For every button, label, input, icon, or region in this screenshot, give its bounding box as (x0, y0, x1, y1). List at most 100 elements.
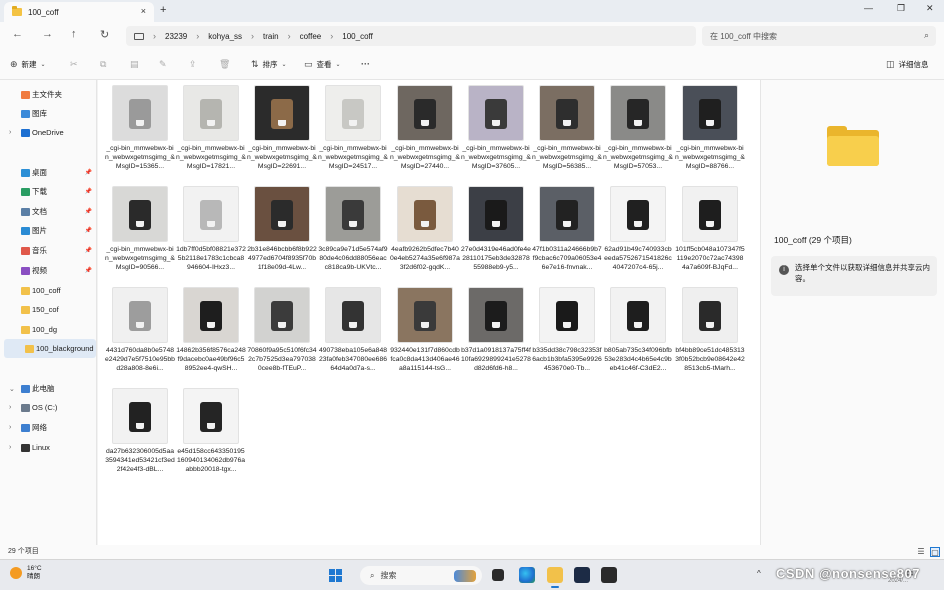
file-item[interactable]: 101ff5cb048a107347f5119e2070c72ac743984a… (675, 186, 745, 282)
file-item[interactable]: _cgi-bin_mmwebwx-bin_webwxgetmsgimg_&Msg… (532, 85, 602, 181)
file-item[interactable]: b37d1a0918137a75ff4f10fa6929899241e5278d… (461, 287, 531, 383)
file-item[interactable]: _cgi-bin_mmwebwx-bin_webwxgetmsgimg_&Msg… (318, 85, 388, 181)
file-item[interactable]: 27e0d4319e46ad0fe4e28110175eb3de32878559… (461, 186, 531, 282)
sort-button[interactable]: ⇅ 排序 ⌄ (251, 59, 287, 70)
up-button[interactable]: ↑ (71, 28, 77, 40)
breadcrumb-separator: › (196, 31, 200, 41)
task-view-icon[interactable] (492, 569, 504, 581)
details-pane-button[interactable]: ◫ 详细信息 (886, 59, 929, 70)
file-name: 47f1b0311a24666b9b7f9cbac6c709a06053e46e… (532, 246, 602, 272)
file-item[interactable]: _cgi-bin_mmwebwx-bin_webwxgetmsgimg_&Msg… (176, 85, 246, 181)
start-button[interactable] (329, 569, 342, 582)
clock-date: 2024/... (888, 578, 909, 584)
thumbnail-view-button[interactable]: ▢ (930, 547, 940, 557)
tab-close-button[interactable]: × (141, 6, 146, 16)
details-view-button[interactable]: ☰ (916, 547, 926, 557)
paste-button[interactable]: ▤ (130, 59, 139, 70)
sidebar-item-100-dg[interactable]: 100_dg (0, 320, 96, 339)
file-item[interactable]: bf4bb89ce51dc4853133f0b52bcb9e08642e4285… (675, 287, 745, 383)
tray-chevron-icon[interactable]: ^ (757, 569, 761, 578)
tab-100-coff[interactable]: 100_coff × (4, 2, 154, 22)
taskbar-search[interactable]: ⌕ 搜索 (360, 566, 482, 585)
file-item[interactable]: 47f1b0311a24666b9b7f9cbac6c709a06053e46e… (532, 186, 602, 282)
sidebar-item-os-c-[interactable]: › OS (C:) (0, 398, 96, 417)
breadcrumb-item[interactable]: kohya_ss (208, 32, 242, 41)
cut-button[interactable]: ✂ (70, 59, 78, 70)
delete-button[interactable]: 🗑 (219, 59, 230, 70)
back-button[interactable]: ← (12, 28, 23, 40)
breadcrumb-item[interactable]: 23239 (165, 32, 187, 41)
file-item[interactable]: 490738eba105e6a84823fa0feb347080ee68664d… (318, 287, 388, 383)
file-item[interactable]: _cgi-bin_mmwebwx-bin_webwxgetmsgimg_&Msg… (603, 85, 673, 181)
chevron-right-icon[interactable]: › (9, 444, 11, 451)
copy-icon: ⧉ (100, 59, 107, 69)
file-item[interactable]: 1db7ff0d5bf08821e3725b2118e1783c1cbca894… (176, 186, 246, 282)
chevron-down-icon[interactable]: ⌄ (9, 385, 15, 393)
minimize-button[interactable]: — (864, 3, 873, 13)
sidebar-item-桌面[interactable]: 桌面 📌 (0, 163, 96, 182)
share-button[interactable]: ⇪ (189, 59, 197, 70)
file-name: _cgi-bin_mmwebwx-bin_webwxgetmsgimg_&Msg… (105, 246, 175, 272)
weather-widget[interactable]: 16°C 晴朗 (10, 565, 42, 581)
chevron-right-icon[interactable]: › (9, 404, 11, 411)
new-button[interactable]: ⊕ 新建 ⌄ (10, 59, 46, 70)
sidebar-item-图库[interactable]: 图库 (0, 104, 96, 123)
image-thumbnail (397, 287, 453, 343)
file-item[interactable]: 62ad91b49c740933cbeeda5752671541826c4047… (603, 186, 673, 282)
restore-button[interactable]: ❐ (897, 3, 905, 14)
refresh-button[interactable]: ↻ (100, 28, 109, 41)
file-item[interactable]: da27b632306005d5aa3594341ed53421cf3ed2f4… (105, 388, 175, 484)
pin-icon: 📌 (84, 170, 92, 176)
sidebar-item-此电脑[interactable]: ⌄ 此电脑 (0, 379, 96, 398)
rename-button[interactable]: ✎ (159, 59, 167, 70)
terminal-icon[interactable] (601, 567, 617, 583)
sidebar-item-下载[interactable]: 下载 📌 (0, 182, 96, 201)
file-item[interactable]: _cgi-bin_mmwebwx-bin_webwxgetmsgimg_&Msg… (105, 186, 175, 282)
file-explorer-icon[interactable] (547, 567, 563, 588)
more-button[interactable]: ··· (361, 59, 370, 69)
file-item[interactable]: _cgi-bin_mmwebwx-bin_webwxgetmsgimg_&Msg… (105, 85, 175, 181)
file-item[interactable]: 3c89ca9e71d5e574af980de4c06dd88056eacc81… (318, 186, 388, 282)
sidebar-item-网络[interactable]: › 网络 (0, 418, 96, 437)
file-item[interactable]: _cgi-bin_mmwebwx-bin_webwxgetmsgimg_&Msg… (247, 85, 317, 181)
sidebar-item-主文件夹[interactable]: 主文件夹 (0, 85, 96, 104)
copy-button[interactable]: ⧉ (100, 59, 106, 70)
file-item[interactable]: e45d158cc643350195160940134062db976aabbb… (176, 388, 246, 484)
sidebar-item-150-cof[interactable]: 150_cof (0, 300, 96, 319)
file-item[interactable]: _cgi-bin_mmwebwx-bin_webwxgetmsgimg_&Msg… (461, 85, 531, 181)
sidebar-item-onedrive[interactable]: › OneDrive (0, 123, 96, 142)
file-item[interactable]: 4431d760da8b0e5748e2429d7e5f7510e95bbd28… (105, 287, 175, 383)
file-item[interactable]: 14862b356f8576ca248f9dacebc0ae49bf96c589… (176, 287, 246, 383)
chevron-right-icon[interactable]: › (9, 129, 11, 136)
sidebar-item-图片[interactable]: 图片 📌 (0, 221, 96, 240)
sidebar-item-100-coff[interactable]: 100_coff (0, 281, 96, 300)
file-item[interactable]: 70860f9a95c510f6fc342c7b7525d3ea7970380c… (247, 287, 317, 383)
edge-icon[interactable] (519, 567, 535, 583)
file-item[interactable]: _cgi-bin_mmwebwx-bin_webwxgetmsgimg_&Msg… (675, 85, 745, 181)
new-tab-button[interactable]: + (160, 4, 166, 16)
file-item[interactable]: 2b31e846bcbb6f8b9224977ed6704f8935f70b1f… (247, 186, 317, 282)
sidebar-item-视频[interactable]: 视频 📌 (0, 261, 96, 280)
forward-button[interactable]: → (42, 28, 53, 40)
file-name: 4431d760da8b0e5748e2429d7e5f7510e95bbd28… (105, 347, 175, 373)
sidebar-item-文档[interactable]: 文档 📌 (0, 202, 96, 221)
file-item[interactable]: 4eafb9262b5dfec7b400e4eb5274a35e6f987a3f… (390, 186, 460, 282)
search-box[interactable]: 在 100_coff 中搜索 ⌕ (702, 26, 936, 46)
file-item[interactable]: 932440e131f7d860cdbfca0c8da413d406ae46a8… (390, 287, 460, 383)
view-button[interactable]: ▭ 查看 ⌄ (304, 59, 341, 70)
address-bar[interactable]: › 23239 › kohya_ss › train › coffee › 10… (126, 26, 696, 46)
breadcrumb-item[interactable]: 100_coff (342, 32, 373, 41)
pin-icon: 📌 (84, 268, 92, 274)
file-item[interactable]: b805ab735c34f096bfb53e283d4c4b65e4c9beb4… (603, 287, 673, 383)
breadcrumb-item[interactable]: train (263, 32, 279, 41)
sidebar-item-音乐[interactable]: 音乐 📌 (0, 241, 96, 260)
chevron-right-icon[interactable]: › (9, 424, 11, 431)
store-icon[interactable] (574, 567, 590, 583)
close-button[interactable]: ✕ (926, 3, 934, 14)
sidebar-item-100-blackground[interactable]: 100_blackground (4, 339, 96, 358)
file-item[interactable]: _cgi-bin_mmwebwx-bin_webwxgetmsgimg_&Msg… (390, 85, 460, 181)
file-item[interactable]: b335dd38c798c32353f6acb1b3bfa5395e992645… (532, 287, 602, 383)
breadcrumb-item[interactable]: coffee (300, 32, 322, 41)
image-thumbnail (183, 388, 239, 444)
sidebar-item-linux[interactable]: › Linux (0, 438, 96, 457)
